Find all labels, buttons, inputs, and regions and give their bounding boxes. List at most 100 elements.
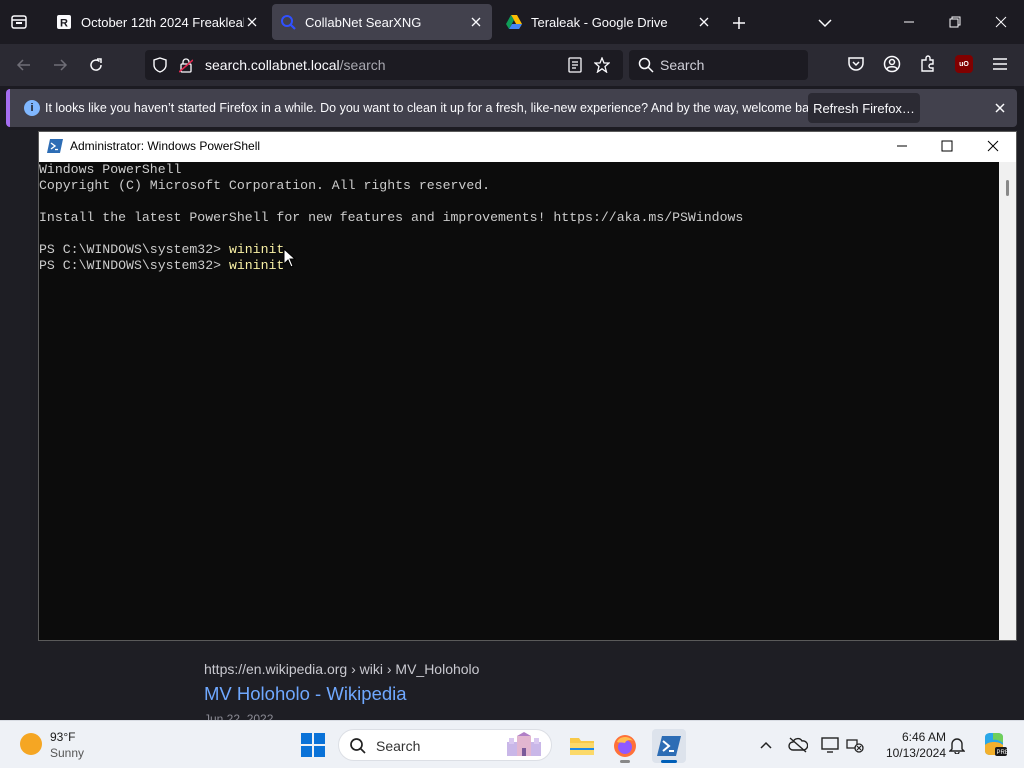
console-prompt-line: PS C:\WINDOWS\system32> wininit — [39, 242, 999, 258]
ublock-origin-button[interactable]: uO — [953, 53, 975, 75]
notifications-button[interactable] — [947, 735, 967, 755]
ps-minimize-button[interactable] — [892, 136, 912, 156]
weather-widget[interactable]: 93°F Sunny — [20, 729, 110, 761]
new-tab-button[interactable] — [728, 12, 750, 34]
taskbar-search-box[interactable]: Search — [338, 729, 552, 761]
url-path: /search — [339, 57, 386, 73]
restore-button[interactable] — [943, 10, 967, 34]
google-drive-icon — [506, 14, 522, 30]
tab-title: Teraleak - Google Drive — [531, 14, 668, 30]
bell-icon — [949, 738, 965, 754]
powershell-icon — [47, 139, 63, 153]
console-line: Windows PowerShell — [39, 162, 182, 177]
refresh-firefox-notification: i It looks like you haven’t started Fire… — [6, 89, 1017, 127]
windows-taskbar: 93°F Sunny Search 6:46 AM 10/13/2024 PRE — [0, 720, 1024, 768]
tab-title: October 12th 2024 Freakleak — [81, 14, 244, 30]
powershell-title-bar[interactable]: Administrator: Windows PowerShell — [39, 132, 1016, 162]
powershell-window[interactable]: Administrator: Windows PowerShell Window… — [38, 131, 1017, 641]
pocket-icon — [848, 57, 864, 71]
account-icon — [883, 55, 901, 73]
back-arrow-icon — [16, 59, 30, 71]
close-tab-icon[interactable] — [468, 14, 484, 30]
mouse-pointer-icon — [283, 248, 297, 268]
svg-text:PRE: PRE — [997, 750, 1008, 756]
system-clock[interactable]: 6:46 AM 10/13/2024 — [870, 729, 946, 761]
browser-tab-searxng[interactable]: CollabNet SearXNG — [272, 4, 492, 40]
weather-temperature: 93°F — [50, 730, 76, 744]
url-text: search.collabnet.local/search — [205, 57, 386, 73]
close-icon — [995, 16, 1007, 28]
search-input[interactable]: Search — [629, 50, 808, 80]
ublock-origin-icon: uO — [955, 55, 973, 73]
minimize-button[interactable] — [897, 10, 921, 34]
minimize-icon — [897, 145, 907, 147]
show-hidden-icons-button[interactable] — [756, 735, 776, 755]
sunny-weather-icon — [20, 733, 42, 755]
cloud-offline-icon — [788, 737, 808, 753]
url-host: search.collabnet.local — [205, 57, 340, 73]
close-tab-icon[interactable] — [244, 14, 260, 30]
close-tab-icon[interactable] — [696, 14, 712, 30]
taskbar-search-label: Search — [376, 738, 421, 754]
windows-start-icon[interactable] — [300, 732, 326, 758]
minimize-icon — [904, 21, 914, 23]
extensions-button[interactable] — [917, 53, 939, 75]
scrollbar-thumb[interactable] — [1006, 180, 1009, 196]
file-explorer-taskbar-button[interactable] — [565, 729, 599, 763]
reader-view-icon[interactable] — [567, 57, 583, 73]
maximize-icon — [941, 140, 953, 152]
copilot-icon[interactable]: PRE — [981, 731, 1007, 757]
tab-title: CollabNet SearXNG — [305, 14, 422, 30]
address-bar[interactable]: search.collabnet.local/search — [145, 50, 623, 80]
restore-icon — [949, 16, 961, 28]
forward-button[interactable] — [47, 52, 73, 78]
pocket-button[interactable] — [845, 53, 867, 75]
result-url[interactable]: https://en.wikipedia.org › wiki › MV_Hol… — [204, 661, 479, 677]
freakleak-r-icon: R — [56, 14, 72, 30]
back-button[interactable] — [11, 52, 37, 78]
console-prompt: PS C:\WINDOWS\system32> — [39, 258, 229, 273]
bookmark-star-icon[interactable] — [594, 57, 610, 73]
firefox-taskbar-button[interactable] — [608, 729, 642, 763]
browser-tab-freakleak[interactable]: R October 12th 2024 Freakleak — [48, 4, 268, 40]
reload-button[interactable] — [83, 52, 109, 78]
navigation-toolbar: search.collabnet.local/search Search uO — [0, 44, 1024, 86]
list-all-tabs-button[interactable] — [814, 12, 836, 34]
reload-icon — [90, 58, 102, 71]
console-line: Copyright (C) Microsoft Corporation. All… — [39, 178, 491, 193]
tab-list-button[interactable] — [6, 10, 32, 34]
search-icon — [638, 57, 654, 73]
app-menu-button[interactable] — [989, 53, 1011, 75]
powershell-taskbar-button[interactable] — [652, 729, 686, 763]
powershell-title: Administrator: Windows PowerShell — [70, 139, 261, 153]
onedrive-tray-button[interactable] — [788, 735, 808, 755]
console-command: wininit — [228, 258, 285, 273]
info-icon: i — [24, 100, 40, 116]
network-tray-button[interactable] — [845, 735, 865, 755]
close-notification-icon[interactable] — [992, 100, 1008, 116]
tracking-protection-shield-icon[interactable] — [152, 57, 168, 73]
browser-tab-google-drive[interactable]: Teraleak - Google Drive — [498, 4, 720, 40]
network-disconnected-icon — [846, 739, 864, 753]
account-button[interactable] — [881, 53, 903, 75]
notification-message: It looks like you haven’t started Firefo… — [45, 101, 826, 115]
forward-arrow-icon — [54, 59, 68, 71]
weather-condition: Sunny — [50, 746, 85, 760]
console-scrollbar[interactable] — [999, 162, 1016, 640]
powershell-icon — [657, 736, 681, 756]
search-placeholder: Search — [660, 57, 705, 73]
console-prompt: PS C:\WINDOWS\system32> — [39, 242, 229, 257]
connection-lock-icon[interactable] — [178, 57, 194, 73]
ps-maximize-button[interactable] — [937, 136, 957, 156]
browser-tab-strip: R October 12th 2024 Freakleak CollabNet … — [0, 0, 1024, 44]
result-title-link[interactable]: MV Holoholo - Wikipedia — [204, 683, 407, 705]
close-window-button[interactable] — [989, 10, 1013, 34]
refresh-firefox-button[interactable]: Refresh Firefox… — [808, 93, 920, 123]
running-indicator — [620, 760, 630, 763]
display-tray-button[interactable] — [820, 735, 840, 755]
powershell-console[interactable]: Windows PowerShell Copyright (C) Microso… — [39, 162, 999, 640]
console-command: wininit — [228, 242, 285, 257]
ps-close-button[interactable] — [983, 136, 1003, 156]
